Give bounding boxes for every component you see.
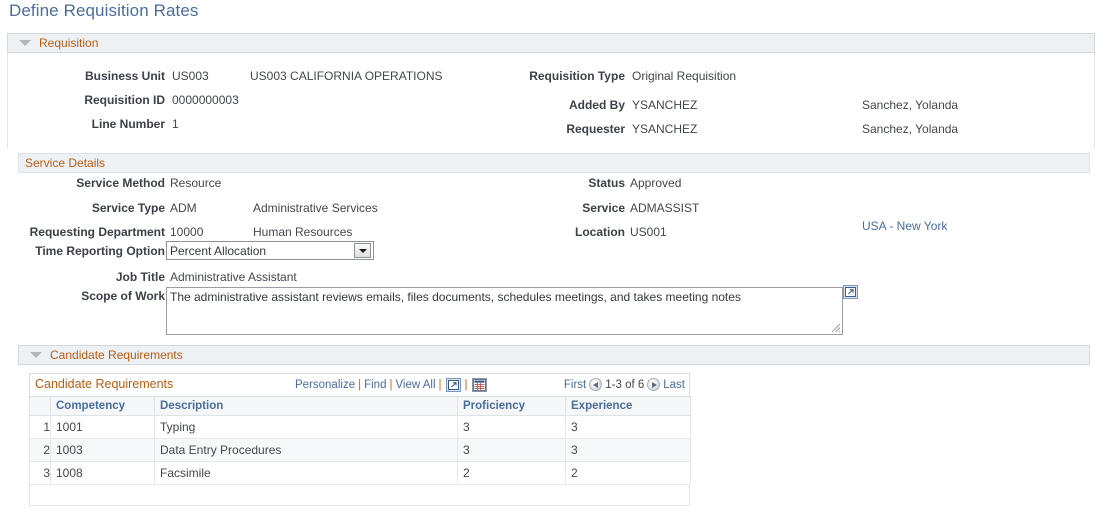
expand-scope-of-work-icon[interactable] [843, 285, 858, 299]
requisition-section: Requisition [7, 33, 1095, 53]
column-header-description[interactable]: Description [154, 396, 458, 416]
grid-title: Candidate Requirements [35, 377, 174, 391]
desc-requester: Sanchez, Yolanda [862, 122, 959, 136]
chevron-down-icon[interactable] [354, 243, 371, 258]
collapse-triangle-icon[interactable] [30, 352, 42, 358]
label-scope-of-work: Scope of Work [81, 289, 165, 303]
table-row: 2 1003 Data Entry Procedures 3 3 [29, 438, 691, 462]
cell-rownum: 3 [29, 461, 51, 485]
candidate-requirements-section-header[interactable]: Candidate Requirements [18, 345, 1090, 365]
value-location: US001 [630, 225, 667, 239]
column-header-experience[interactable]: Experience [565, 396, 691, 416]
page-title: Define Requisition Rates [9, 1, 199, 20]
scope-of-work-input[interactable] [166, 287, 843, 335]
grid-pagination: First 1-3 of 6 Last [564, 378, 685, 391]
last-page-link[interactable]: Last [663, 379, 685, 391]
cell-proficiency: 2 [457, 461, 566, 485]
column-header-proficiency[interactable]: Proficiency [457, 396, 566, 416]
value-job-title: Administrative Assistant [170, 270, 297, 284]
label-time-reporting-option: Time Reporting Option [35, 244, 165, 258]
table-header-row: Competency Description Proficiency Exper… [29, 396, 691, 416]
previous-page-icon[interactable] [589, 378, 603, 391]
cell-description: Typing [154, 415, 458, 439]
value-business-unit: US003 [172, 69, 209, 83]
column-header-rownum [29, 396, 51, 416]
cell-proficiency: 3 [457, 415, 566, 439]
requisition-section-caption: Requisition [39, 36, 99, 50]
label-service-method: Service Method [76, 176, 165, 190]
desc-requesting-department: Human Resources [253, 225, 353, 239]
service-details-section-caption: Service Details [25, 156, 106, 170]
label-status: Status [588, 176, 625, 190]
candidate-requirements-grid: Candidate Requirements Personalize | Find |… [29, 373, 691, 506]
table-row: 1 1001 Typing 3 3 [29, 415, 691, 439]
label-requisition-type: Requisition Type [529, 69, 625, 83]
candidate-requirements-section-caption: Candidate Requirements [50, 348, 183, 362]
desc-business-unit: US003 CALIFORNIA OPERATIONS [250, 69, 443, 83]
cell-competency: 1008 [50, 461, 155, 485]
cell-description: Facsimile [154, 461, 458, 485]
view-all-link[interactable]: View All [395, 379, 435, 391]
page-range: 1-3 of 6 [605, 379, 645, 391]
label-requester: Requester [566, 122, 625, 136]
expand-grid-icon[interactable] [445, 378, 461, 392]
requirements-table: Competency Description Proficiency Exper… [29, 396, 691, 485]
value-requester: YSANCHEZ [632, 122, 698, 136]
download-spreadsheet-icon[interactable] [471, 378, 487, 392]
cell-competency: 1001 [50, 415, 155, 439]
scope-of-work-field[interactable] [166, 287, 843, 335]
location-description-link[interactable]: USA - New York [862, 219, 947, 233]
label-requisition-id: Requisition ID [84, 93, 165, 107]
cell-description: Data Entry Procedures [154, 438, 458, 462]
value-status: Approved [630, 176, 682, 190]
cell-proficiency: 3 [457, 438, 566, 462]
label-service: Service [582, 201, 625, 215]
column-header-competency[interactable]: Competency [50, 396, 155, 416]
find-link[interactable]: Find [364, 379, 386, 391]
desc-added-by: Sanchez, Yolanda [862, 98, 959, 112]
next-page-icon[interactable] [647, 378, 661, 391]
grid-action-links: Personalize | Find | View All | | [295, 378, 488, 392]
action-separator: | [358, 379, 362, 391]
value-added-by: YSANCHEZ [632, 98, 698, 112]
cell-experience: 3 [565, 415, 691, 439]
grid-toolbar: Candidate Requirements Personalize | Find |… [29, 373, 690, 396]
candidate-requirements-section: Candidate Requirements [18, 345, 1090, 365]
time-reporting-option-value: Percent Allocation [170, 243, 267, 258]
collapse-triangle-icon[interactable] [19, 40, 31, 46]
cell-rownum: 1 [29, 415, 51, 439]
time-reporting-option-select[interactable]: Percent Allocation [166, 241, 374, 260]
grid-footer [29, 485, 690, 506]
value-requisition-type: Original Requisition [632, 69, 737, 83]
action-separator: | [464, 379, 468, 391]
desc-service-type: Administrative Services [253, 201, 378, 215]
value-line-number: 1 [172, 117, 179, 131]
cell-rownum: 2 [29, 438, 51, 462]
cell-experience: 2 [565, 461, 691, 485]
label-business-unit: Business Unit [84, 69, 165, 83]
personalize-link[interactable]: Personalize [295, 379, 355, 391]
value-service-type: ADM [170, 201, 197, 215]
value-service: ADMASSIST [630, 201, 700, 215]
label-job-title: Job Title [115, 270, 165, 284]
value-service-method: Resource [170, 176, 222, 190]
cell-competency: 1003 [50, 438, 155, 462]
value-requesting-department: 10000 [170, 225, 204, 239]
label-service-type: Service Type [91, 201, 165, 215]
service-details-section-header: Service Details [18, 153, 1090, 173]
label-requesting-department: Requesting Department [29, 225, 165, 239]
label-line-number: Line Number [91, 117, 165, 131]
requisition-section-header[interactable]: Requisition [7, 33, 1095, 53]
first-page-link[interactable]: First [564, 379, 586, 391]
action-separator: | [438, 379, 442, 391]
table-row: 3 1008 Facsimile 2 2 [29, 461, 691, 485]
cell-experience: 3 [565, 438, 691, 462]
value-requisition-id: 0000000003 [172, 93, 239, 107]
label-location: Location [575, 225, 625, 239]
service-details-section: Service Details [18, 153, 1090, 173]
label-added-by: Added By [568, 98, 625, 112]
action-separator: | [389, 379, 393, 391]
